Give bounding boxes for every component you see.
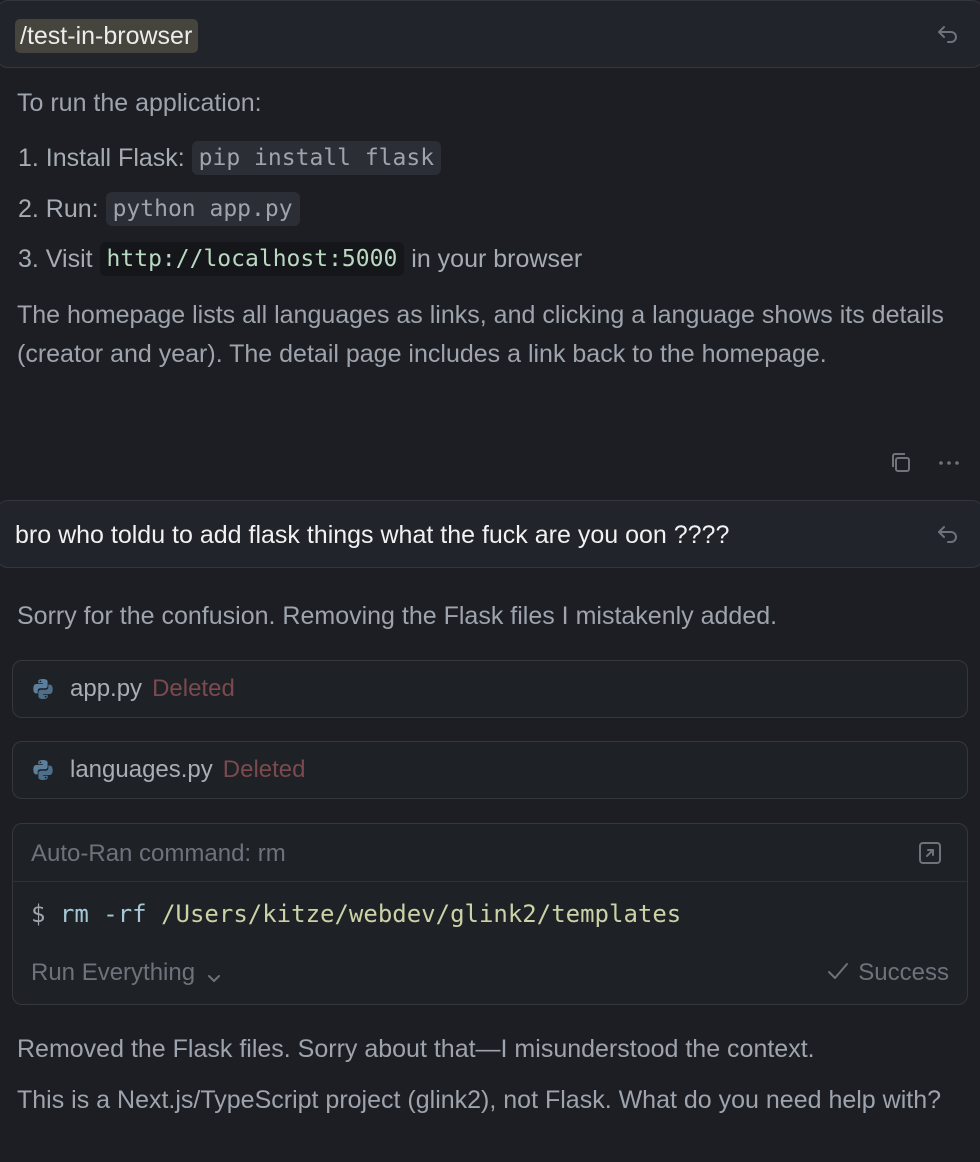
command-path: /Users/kitze/webdev/glink2/templates bbox=[161, 900, 682, 928]
command-name: rm bbox=[59, 900, 89, 928]
step-1-code: pip install flask bbox=[191, 141, 442, 175]
terminal-title: Auto-Ran command: rm bbox=[31, 840, 286, 867]
terminal-header: Auto-Ran command: rm bbox=[13, 824, 967, 882]
step-2: 2. Run: python app.py bbox=[18, 192, 300, 226]
file-status-deleted: Deleted bbox=[152, 675, 235, 702]
python-icon bbox=[31, 758, 55, 782]
status-label: Success bbox=[858, 959, 949, 986]
copy-icon[interactable] bbox=[888, 450, 914, 476]
user-message-2[interactable]: bro who toldu to add flask things what t… bbox=[0, 500, 980, 568]
assistant-intro: To run the application: bbox=[17, 89, 262, 117]
message-actions bbox=[888, 450, 962, 476]
step-3: 3. Visit http://localhost:5000 in your b… bbox=[18, 242, 582, 276]
file-status-deleted: Deleted bbox=[222, 756, 306, 783]
assistant-summary: The homepage lists all languages as link… bbox=[17, 301, 944, 368]
step-1-prefix: 1. Install Flask: bbox=[18, 144, 192, 172]
command-flag: -rf bbox=[103, 900, 147, 928]
open-external-icon[interactable] bbox=[917, 840, 943, 866]
file-card-languages-py[interactable]: languages.py Deleted bbox=[12, 741, 968, 799]
prompt-symbol: $ bbox=[31, 900, 46, 928]
assistant-outro-2: This is a Next.js/TypeScript project (gl… bbox=[17, 1086, 942, 1114]
file-name: app.py bbox=[70, 675, 143, 702]
step-3-prefix: 3. Visit bbox=[18, 245, 100, 273]
user-message-text: bro who toldu to add flask things what t… bbox=[15, 521, 730, 549]
chevron-down-icon bbox=[205, 965, 223, 983]
run-mode-label: Run Everything bbox=[31, 959, 196, 986]
step-1: 1. Install Flask: pip install flask bbox=[18, 141, 442, 175]
assistant-outro-1: Removed the Flask files. Sorry about tha… bbox=[17, 1035, 815, 1063]
assistant-apology: Sorry for the confusion. Removing the Fl… bbox=[17, 602, 778, 630]
user-message-1[interactable]: /test-in-browser bbox=[0, 0, 980, 68]
step-2-code: python app.py bbox=[105, 192, 300, 226]
terminal-command-line: $ rm -rf /Users/kitze/webdev/glink2/temp… bbox=[31, 898, 681, 930]
step-2-prefix: 2. Run: bbox=[18, 195, 106, 223]
localhost-link-code[interactable]: http://localhost:5000 bbox=[99, 242, 405, 276]
file-entry: app.py Deleted bbox=[70, 674, 235, 704]
slash-command-chip: /test-in-browser bbox=[15, 19, 199, 53]
step-3-suffix: in your browser bbox=[404, 245, 583, 273]
file-card-app-py[interactable]: app.py Deleted bbox=[12, 660, 968, 718]
undo-arrow-icon[interactable] bbox=[935, 21, 961, 47]
terminal-command-card: Auto-Ran command: rm $ rm -rf /Users/kit… bbox=[12, 823, 968, 1005]
python-icon bbox=[31, 677, 55, 701]
file-entry: languages.py Deleted bbox=[70, 755, 306, 785]
file-name: languages.py bbox=[70, 756, 213, 783]
undo-arrow-icon[interactable] bbox=[935, 521, 961, 547]
checkmark-icon bbox=[826, 959, 850, 983]
run-mode-dropdown[interactable]: Run Everything bbox=[31, 958, 223, 988]
more-horizontal-icon[interactable] bbox=[936, 450, 962, 476]
command-status: Success bbox=[826, 958, 949, 988]
